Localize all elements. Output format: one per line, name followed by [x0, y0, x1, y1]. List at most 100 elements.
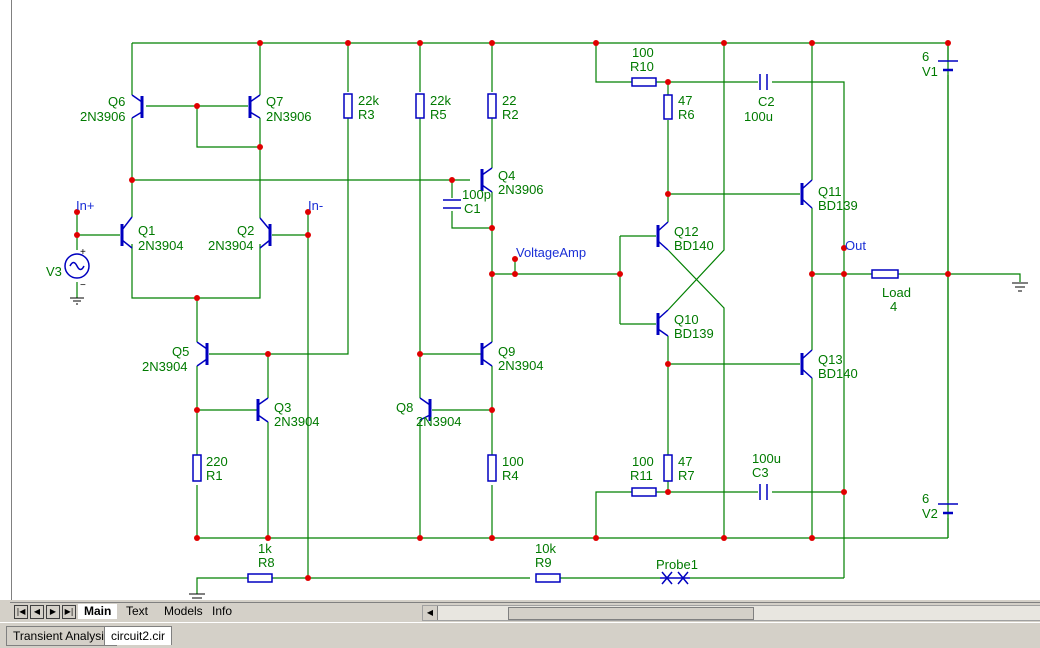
q3-model: 2N3904: [274, 414, 320, 429]
r5-value: 22k: [430, 93, 451, 108]
net-in-plus: In+: [76, 198, 94, 213]
resistor-r10[interactable]: [631, 77, 657, 87]
first-tab-button[interactable]: |◀: [14, 605, 28, 619]
q1-model: 2N3904: [138, 238, 184, 253]
r5-name: R5: [430, 107, 447, 122]
capacitor-c2[interactable]: [759, 74, 768, 90]
load-value: 4: [890, 299, 897, 314]
next-tab-button[interactable]: ▶: [46, 605, 60, 619]
resistor-r5[interactable]: [415, 93, 425, 119]
resistor-r6[interactable]: [663, 94, 673, 120]
q6-name: Q6: [108, 94, 125, 109]
r2-value: 22: [502, 93, 516, 108]
q4-model: 2N3906: [498, 182, 544, 197]
v2-name: V2: [922, 506, 938, 521]
net-in-minus: In-: [308, 198, 323, 213]
q2-name: Q2: [237, 223, 254, 238]
resistor-r3[interactable]: [343, 93, 353, 119]
r9-value: 10k: [535, 541, 556, 556]
q7-name: Q7: [266, 94, 283, 109]
q8-model: 2N3904: [416, 414, 462, 429]
tab-main[interactable]: Main: [78, 604, 118, 619]
c1-value: 100p: [462, 187, 491, 202]
resistor-load[interactable]: [871, 269, 899, 279]
document-tabs: Transient Analysis circuit2.cir: [0, 622, 1040, 648]
v3-name: V3: [46, 264, 62, 279]
wires: [76, 42, 1021, 594]
q6-model: 2N3906: [80, 109, 126, 124]
r1-value: 220: [206, 454, 228, 469]
resistor-r1[interactable]: [192, 454, 202, 482]
r7-name: R7: [678, 468, 695, 483]
r6-name: R6: [678, 107, 695, 122]
q11-name: Q11: [818, 184, 842, 199]
prev-tab-button[interactable]: ◀: [30, 605, 44, 619]
transistor-q10[interactable]: [656, 309, 669, 337]
v1-value: 6: [922, 49, 929, 64]
left-margin: [0, 0, 12, 600]
resistor-r9[interactable]: [535, 573, 561, 583]
resistor-r7[interactable]: [663, 454, 673, 482]
probe-symbol[interactable]: [660, 571, 690, 585]
r2-name: R2: [502, 107, 519, 122]
transistor-q3[interactable]: [256, 397, 269, 423]
r4-value: 100: [502, 454, 524, 469]
tab-circuit2[interactable]: circuit2.cir: [104, 626, 173, 645]
c2-name: C2: [758, 94, 775, 109]
transistor-q2[interactable]: [259, 217, 272, 249]
transistor-q13[interactable]: [800, 349, 813, 379]
q12-name: Q12: [674, 224, 699, 239]
r4-name: R4: [502, 468, 519, 483]
c1-name: C1: [464, 201, 481, 216]
schematic-drawing[interactable]: + − Q6 2N3906 Q7 2N3906 Q1 2N3904 Q2 2N3…: [0, 0, 1040, 600]
c3-name: C3: [752, 465, 769, 480]
resistor-r2[interactable]: [487, 93, 497, 119]
schematic-canvas[interactable]: + − Q6 2N3906 Q7 2N3906 Q1 2N3904 Q2 2N3…: [0, 0, 1040, 600]
q5-model: 2N3904: [142, 359, 188, 374]
v1-name: V1: [922, 64, 938, 79]
net-voltage-amp: VoltageAmp: [516, 245, 586, 260]
transistor-q11[interactable]: [800, 179, 813, 209]
r3-name: R3: [358, 107, 375, 122]
r7-value: 47: [678, 454, 692, 469]
r9-name: R9: [535, 555, 552, 570]
transistor-q1[interactable]: [120, 216, 133, 249]
transistor-q12[interactable]: [656, 221, 669, 251]
q13-name: Q13: [818, 352, 843, 367]
r11-name: R11: [630, 468, 653, 483]
scroll-left-arrow-icon[interactable]: ◀: [423, 606, 438, 620]
horizontal-scrollbar[interactable]: ◀: [422, 605, 1040, 621]
transistor-q9[interactable]: [480, 341, 493, 367]
q10-model: BD139: [674, 326, 714, 341]
resistor-r4[interactable]: [487, 454, 497, 482]
load-name: Load: [882, 285, 911, 300]
tab-text[interactable]: Text: [120, 604, 154, 619]
r10-name: R10: [630, 59, 654, 74]
q8-name: Q8: [396, 400, 413, 415]
tab-transient-analysis[interactable]: Transient Analysis: [6, 626, 117, 646]
q2-model: 2N3904: [208, 238, 254, 253]
r8-name: R8: [258, 555, 275, 570]
net-out: Out: [845, 238, 866, 253]
transistor-q7[interactable]: [248, 94, 261, 119]
q9-name: Q9: [498, 344, 515, 359]
tab-info[interactable]: Info: [206, 604, 238, 619]
q1-name: Q1: [138, 223, 155, 238]
r11-value: 100: [632, 454, 654, 469]
capacitor-c3[interactable]: [759, 484, 768, 500]
q13-model: BD140: [818, 366, 858, 381]
last-tab-button[interactable]: ▶|: [62, 605, 76, 619]
q9-model: 2N3904: [498, 358, 544, 373]
components: [64, 60, 1028, 599]
transistor-q6[interactable]: [131, 94, 144, 119]
tab-models[interactable]: Models: [158, 604, 209, 619]
c3-value: 100u: [752, 451, 781, 466]
v2-value: 6: [922, 491, 929, 506]
r3-value: 22k: [358, 93, 379, 108]
resistor-r8[interactable]: [247, 573, 273, 583]
resistor-r11[interactable]: [631, 487, 657, 497]
q5-name: Q5: [172, 344, 189, 359]
scrollbar-thumb[interactable]: [508, 607, 754, 620]
transistor-q5[interactable]: [196, 341, 209, 367]
capacitor-c1[interactable]: [443, 199, 461, 209]
